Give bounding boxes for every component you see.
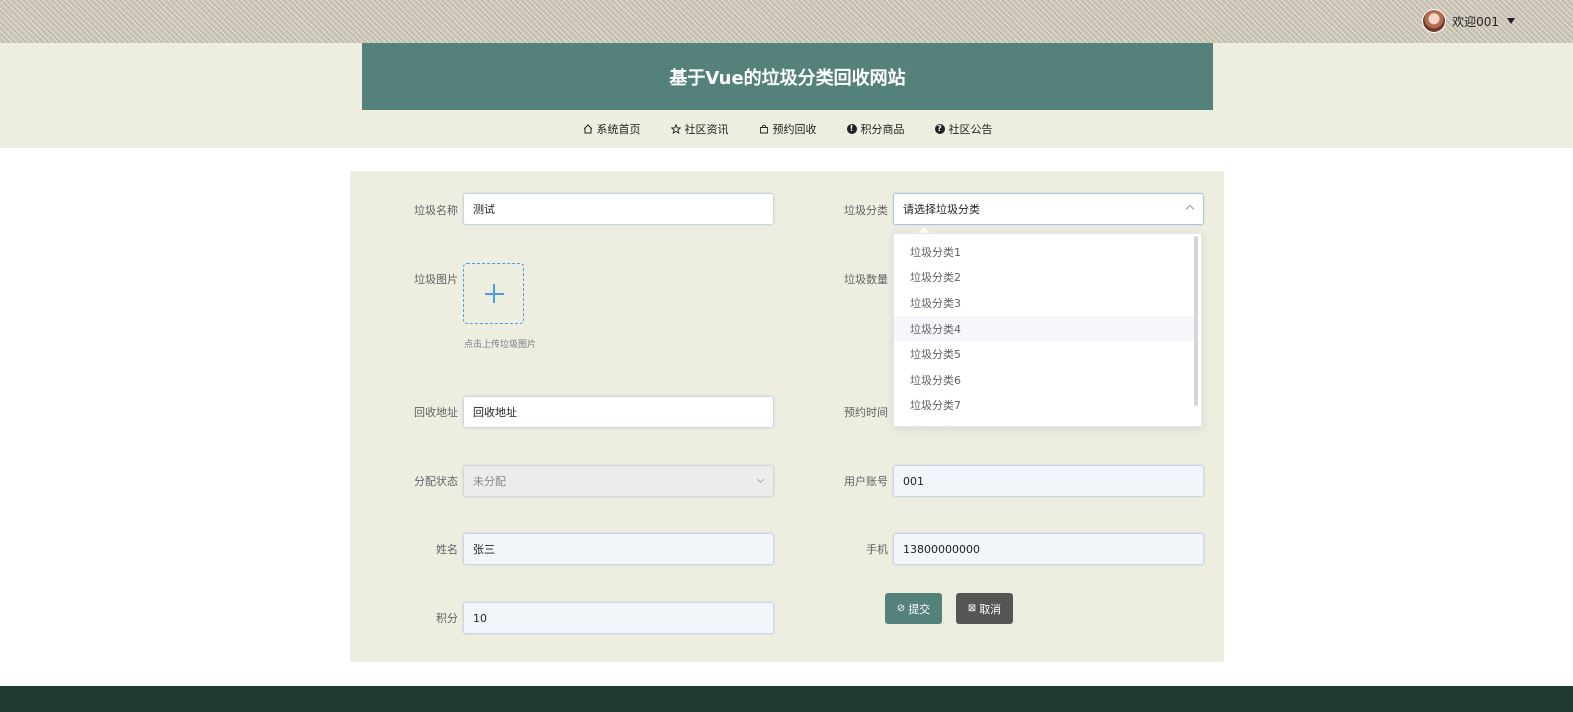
phone-input[interactable]: 13800000000	[893, 533, 1204, 565]
category-dropdown: 垃圾分类1 垃圾分类2 垃圾分类3 垃圾分类4 垃圾分类5 垃圾分类6 垃圾分类…	[893, 233, 1202, 427]
plus-icon-vertical	[493, 284, 495, 303]
nav-label-appointment: 预约回收	[772, 123, 817, 136]
chevron-up-icon	[1185, 204, 1195, 214]
appointment-time-label: 预约时间	[844, 406, 888, 419]
info-circle-icon: !	[846, 124, 857, 134]
nav-item-home[interactable]: 系统首页	[583, 121, 641, 137]
submit-button[interactable]: ⊘ 提交	[885, 593, 942, 624]
dropdown-option[interactable]: 垃圾分类8	[894, 418, 1194, 426]
dropdown-option[interactable]: 垃圾分类7	[894, 393, 1194, 419]
home-icon	[583, 124, 592, 134]
nav-item-news[interactable]: 社区资讯	[670, 121, 729, 137]
cancel-button[interactable]: ⊠ 取消	[956, 593, 1013, 624]
footer	[0, 686, 1573, 712]
nav-label-notice: 社区公告	[948, 123, 993, 136]
nav-item-products[interactable]: ! 积分商品	[846, 121, 905, 137]
top-bar: 欢迎001	[0, 0, 1573, 43]
trash-category-placeholder: 请选择垃圾分类	[903, 203, 980, 216]
phone-label: 手机	[866, 543, 888, 556]
chevron-down-icon	[756, 475, 765, 484]
bag-icon	[759, 124, 768, 134]
site-title: 基于Vue的垃圾分类回收网站	[669, 67, 906, 89]
cancel-label: 取消	[979, 602, 1002, 616]
assign-status-select: 未分配	[463, 465, 774, 497]
trash-name-label: 垃圾名称	[414, 204, 458, 217]
trash-image-label: 垃圾图片	[414, 273, 458, 286]
nav-label-news: 社区资讯	[684, 123, 729, 136]
assign-status-value: 未分配	[473, 475, 506, 488]
close-square-icon: ⊠	[967, 603, 977, 614]
submit-label: 提交	[908, 602, 931, 616]
points-label: 积分	[436, 612, 458, 625]
user-name[interactable]: 欢迎001	[1452, 13, 1499, 30]
user-menu[interactable]: 欢迎001	[1422, 9, 1515, 33]
image-upload-button[interactable]	[463, 263, 524, 324]
main-nav: 系统首页 社区资讯 预约回收 ! 积分商品 ? 社区公告	[362, 112, 1213, 146]
user-account-label: 用户账号	[844, 475, 888, 488]
star-icon	[670, 124, 681, 134]
dropdown-option[interactable]: 垃圾分类3	[894, 290, 1194, 316]
assign-status-label: 分配状态	[414, 475, 458, 488]
trash-category-label: 垃圾分类	[844, 204, 888, 217]
trash-name-input[interactable]: 测试	[463, 193, 774, 225]
check-circle-icon: ⊘	[896, 603, 906, 614]
upload-hint: 点击上传垃圾图片	[464, 340, 537, 350]
question-circle-icon: ?	[934, 124, 945, 134]
user-account-input[interactable]: 001	[893, 465, 1204, 497]
address-label: 回收地址	[414, 406, 458, 419]
site-banner: 基于Vue的垃圾分类回收网站	[362, 43, 1213, 110]
name-input[interactable]: 张三	[463, 533, 774, 565]
trash-category-select[interactable]: 请选择垃圾分类	[893, 193, 1204, 225]
name-label: 姓名	[436, 543, 458, 556]
dropdown-option[interactable]: 垃圾分类6	[894, 367, 1194, 393]
points-input[interactable]: 10	[463, 602, 774, 634]
address-input[interactable]: 回收地址	[463, 396, 774, 428]
caret-down-icon[interactable]	[1507, 18, 1515, 24]
dropdown-option[interactable]: 垃圾分类2	[894, 265, 1194, 291]
dropdown-option-hovered[interactable]: 垃圾分类4	[894, 315, 1194, 342]
dropdown-scrollbar[interactable]	[1194, 236, 1198, 406]
avatar[interactable]	[1422, 9, 1447, 33]
nav-label-products: 积分商品	[860, 123, 905, 136]
nav-item-notice[interactable]: ? 社区公告	[934, 121, 993, 137]
trash-count-label: 垃圾数量	[844, 273, 888, 286]
dropdown-option[interactable]: 垃圾分类5	[894, 341, 1194, 367]
dropdown-option[interactable]: 垃圾分类1	[894, 239, 1194, 265]
nav-item-appointment[interactable]: 预约回收	[759, 121, 817, 137]
nav-label-home: 系统首页	[596, 123, 641, 136]
